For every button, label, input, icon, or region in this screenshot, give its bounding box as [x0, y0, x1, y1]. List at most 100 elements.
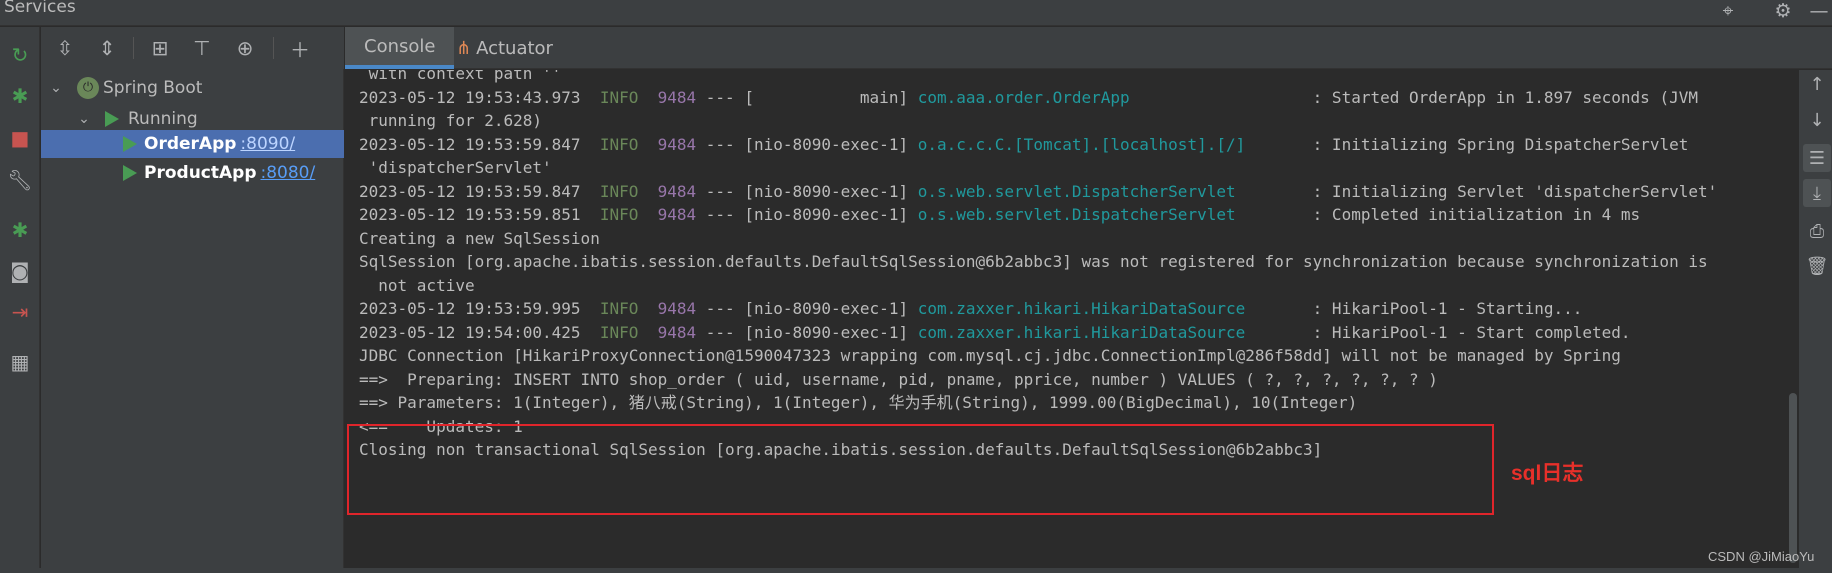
log-timestamp: 2023-05-12 19:53:59.851 [359, 205, 581, 224]
scroll-up-icon[interactable]: ↑ [1803, 70, 1831, 98]
log-spacer [581, 205, 600, 224]
scrollbar-thumb[interactable] [1789, 393, 1797, 563]
log-logger: com.zaxxer.hikari.HikariDataSource [917, 322, 1304, 342]
right-toolbar: ↑ ↓ ☰ ⤓ ⎙ 🗑︎ [1799, 70, 1832, 573]
window-title: Services [4, 0, 76, 17]
spring-boot-icon: ⏻ [77, 76, 99, 99]
chevron-down-icon[interactable]: ⌄ [49, 80, 63, 96]
log-timestamp: 2023-05-12 19:53:59.847 [359, 134, 581, 154]
log-thread: --- [nio-8090-exec-1] [696, 205, 918, 224]
exit-icon[interactable]: ⇥ [6, 298, 34, 326]
toolbar-divider [133, 37, 134, 59]
log-line: 'dispatcherServlet' [359, 158, 552, 178]
log-line: with context path '' [359, 70, 562, 84]
log-pid: 9484 [657, 87, 697, 107]
tab-console[interactable]: Console [345, 27, 455, 69]
log-text: JDBC Connection [HikariProxyConnection@1… [359, 346, 1621, 365]
soft-wrap-icon[interactable]: ☰ [1803, 144, 1831, 172]
log-text: running for 2.628) [359, 111, 543, 130]
log-spacer [638, 299, 657, 318]
chevron-down-icon[interactable]: ⌄ [77, 111, 91, 127]
log-text: not active [359, 275, 475, 295]
group-icon[interactable]: ⊞ [146, 35, 174, 61]
stop-icon[interactable]: ■ [6, 124, 34, 152]
add-icon[interactable]: ＋ [286, 35, 314, 62]
log-text: with context path '' [359, 70, 562, 83]
gear-icon[interactable]: ⚙ [1770, 0, 1796, 22]
log-line: JDBC Connection [HikariProxyConnection@1… [359, 346, 1621, 366]
log-spacer [581, 88, 600, 107]
log-text: SqlSession [org.apache.ibatis.session.de… [359, 252, 1708, 271]
log-spacer [638, 205, 657, 224]
log-text: ==> Parameters: 1(Integer), 猪八戒(String),… [359, 393, 1358, 412]
log-logger: o.s.web.servlet.DispatcherServlet [917, 181, 1304, 201]
log-line: 2023-05-12 19:54:00.425 INFO 9484 --- [n… [359, 323, 1631, 343]
log-level: INFO [599, 205, 639, 224]
log-spacer [581, 182, 600, 201]
new-service-icon[interactable]: ⊕ [231, 35, 259, 61]
watermark: CSDN @JiMiaoYu [1708, 549, 1815, 564]
tab-actuator[interactable]: ⋔ Actuator [450, 27, 559, 69]
log-text: Creating a new SqlSession [359, 228, 600, 248]
tree-node-productapp[interactable]: ProductApp :8080/ [41, 157, 344, 188]
tab-label: Console [364, 35, 436, 57]
run-icon [123, 136, 137, 152]
app-port-link[interactable]: :8090/ [240, 134, 295, 154]
left-toolbar: ↻ ✱ ■ 🔧︎ ✱ ◙ ⇥ ▦ [0, 27, 40, 573]
trash-icon[interactable]: 🗑︎ [1803, 252, 1831, 280]
log-logger: o.s.web.servlet.DispatcherServlet [917, 205, 1304, 224]
log-pid: 9484 [657, 299, 697, 318]
app-name: OrderApp [144, 134, 237, 154]
run-icon [105, 110, 119, 127]
log-logger: com.zaxxer.hikari.HikariDataSource [917, 299, 1304, 318]
toolbar-divider [273, 37, 274, 59]
log-pid: 9484 [657, 134, 697, 154]
log-timestamp: 2023-05-12 19:53:59.847 [359, 181, 581, 201]
app-port-link[interactable]: :8080/ [261, 163, 316, 183]
tree-node-spring-boot[interactable]: ⌄ ⏻ Spring Boot [41, 72, 344, 103]
log-line: 2023-05-12 19:53:59.851 INFO 9484 --- [n… [359, 205, 1640, 225]
log-message: : Initializing Spring DispatcherServlet [1303, 134, 1689, 154]
log-line: not active [359, 275, 475, 296]
layout-icon[interactable]: ▦ [6, 348, 34, 376]
log-line: ==> Preparing: INSERT INTO shop_order ( … [359, 370, 1438, 390]
console-output[interactable]: with context path '' 2023-05-12 19:53:43.… [345, 70, 1787, 573]
log-line: Creating a new SqlSession [359, 229, 600, 249]
log-message: : Started OrderApp in 1.897 seconds (JVM [1303, 87, 1698, 107]
print-icon[interactable]: ⎙ [1803, 217, 1831, 245]
expand-all-icon[interactable]: ⇳ [51, 35, 79, 61]
bottom-border [0, 568, 1832, 573]
tab-bar: Console ⋔ Actuator [345, 27, 1832, 69]
log-thread: --- [nio-8090-exec-1] [696, 134, 918, 154]
log-level: INFO [599, 299, 639, 318]
log-spacer [638, 135, 657, 154]
log-message: : Completed initialization in 4 ms [1303, 205, 1641, 224]
filter-icon[interactable]: ⊤ [188, 35, 216, 61]
log-spacer [638, 323, 657, 342]
log-thread: --- [nio-8090-exec-1] [696, 299, 918, 318]
debug-attach-icon[interactable]: ✱ [6, 216, 34, 244]
tree-node-orderapp[interactable]: OrderApp :8090/ [41, 130, 344, 158]
debug-icon[interactable]: ✱ [6, 82, 34, 110]
log-logger: com.aaa.order.OrderApp [917, 87, 1304, 107]
tree-node-label: Spring Boot [103, 77, 203, 98]
log-message: : Initializing Servlet 'dispatcherServle… [1303, 181, 1718, 201]
camera-icon[interactable]: ◙ [6, 257, 34, 285]
log-line: 2023-05-12 19:53:43.973 INFO 9484 --- [ … [359, 88, 1698, 108]
log-spacer [581, 299, 600, 318]
crosshair-icon[interactable]: ⌖ [1715, 0, 1741, 22]
log-thread: --- [nio-8090-exec-1] [696, 181, 918, 201]
log-thread: --- [ main] [696, 87, 918, 107]
services-tree: ⌄ ⏻ Spring Boot ⌄ Running OrderApp :8090… [41, 69, 344, 573]
log-line: SqlSession [org.apache.ibatis.session.de… [359, 252, 1708, 272]
scroll-down-icon[interactable]: ↓ [1803, 106, 1831, 134]
scroll-to-end-icon[interactable]: ⤓ [1803, 179, 1831, 207]
log-message: : HikariPool-1 - Starting... [1303, 299, 1583, 318]
rerun-icon[interactable]: ↻ [6, 41, 34, 69]
log-timestamp: 2023-05-12 19:54:00.425 [359, 322, 581, 342]
wrench-icon[interactable]: 🔧︎ [6, 166, 34, 194]
log-pid: 9484 [657, 181, 697, 201]
minimize-icon[interactable]: — [1806, 0, 1832, 22]
collapse-all-icon[interactable]: ⇕ [93, 35, 121, 61]
log-spacer [581, 135, 600, 154]
